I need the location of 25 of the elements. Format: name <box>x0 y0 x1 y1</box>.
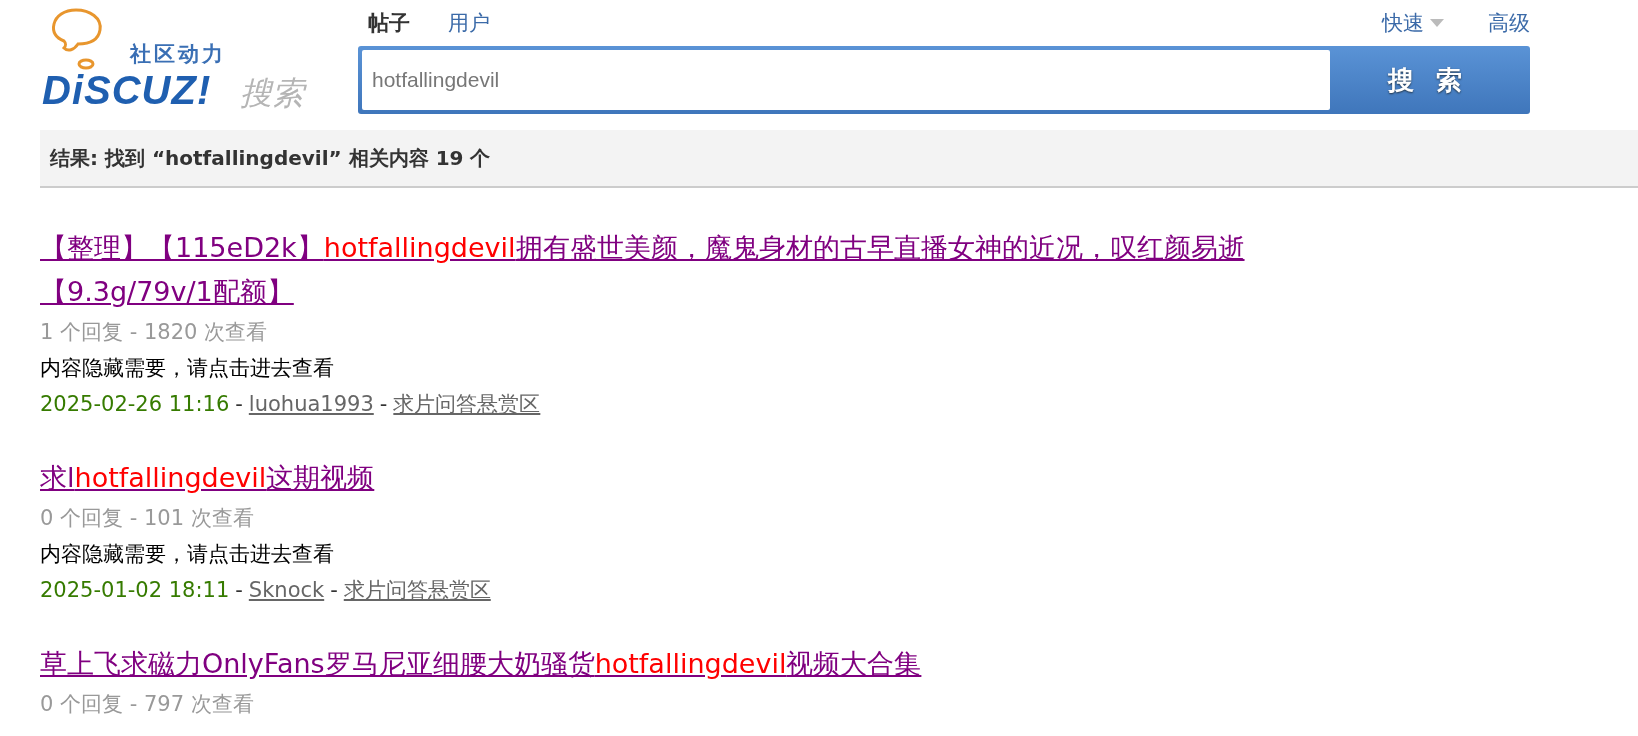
separator: - <box>235 577 243 604</box>
result-date: 2025-01-02 18:11 <box>40 577 230 604</box>
result-stats: 0 个回复 - 101 次查看 <box>40 505 255 532</box>
results-summary: 结果: 找到 “hotfallingdevil” 相关内容 19 个 <box>50 144 491 172</box>
result-stats: 1 个回复 - 1820 次查看 <box>40 319 269 346</box>
result-excerpt: 内容隐藏需要，请点击进去查看 <box>40 541 335 568</box>
result-date: 2025-02-26 11:16 <box>40 391 230 418</box>
author-link[interactable]: Sknock <box>248 572 325 608</box>
caret-icon <box>1430 19 1444 27</box>
search-field[interactable]: hotfallingdevil <box>362 50 1330 110</box>
search-button[interactable]: 搜 索 <box>1330 50 1526 110</box>
forum-link[interactable]: 求片问答悬赏区 <box>393 386 541 422</box>
logo-wordmark: DiSCUZ! <box>42 68 212 113</box>
search-type-tab[interactable]: 用户 <box>448 9 490 37</box>
author-link[interactable]: luohua1993 <box>248 386 374 422</box>
separator: - <box>330 577 338 604</box>
result-excerpt: 内容隐藏需要，请点击进去查看 <box>40 355 335 382</box>
logo-tagline: 社区动力 <box>130 41 226 68</box>
quick-search-link[interactable]: 快速 <box>1382 9 1444 37</box>
result-stats: 0 个回复 - 797 次查看 <box>40 691 255 718</box>
search-type-tab[interactable]: 帖子 <box>368 9 410 37</box>
forum-link[interactable]: 求片问答悬赏区 <box>343 572 491 608</box>
separator: - <box>235 391 243 418</box>
advanced-search-link[interactable]: 高级 <box>1488 9 1530 37</box>
separator: - <box>379 391 388 418</box>
